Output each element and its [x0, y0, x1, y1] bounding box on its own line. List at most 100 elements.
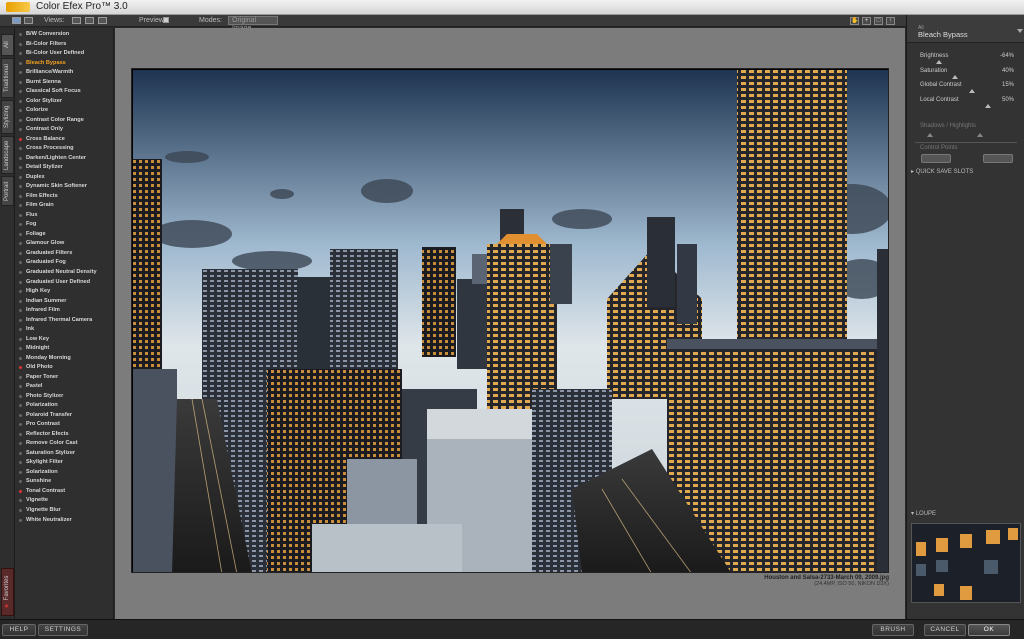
- filter-list-item[interactable]: Bleach Bypass: [15, 59, 114, 68]
- bullet-icon[interactable]: [19, 280, 22, 284]
- bullet-icon[interactable]: [19, 232, 22, 236]
- filter-list-item[interactable]: Film Effects: [15, 192, 114, 201]
- bullet-icon[interactable]: [19, 423, 22, 427]
- bullet-icon[interactable]: [19, 166, 22, 170]
- filter-list-item[interactable]: Film Grain: [15, 201, 114, 210]
- bullet-icon[interactable]: [19, 271, 22, 274]
- highlights-thumb[interactable]: [977, 133, 983, 137]
- hand-tool-icon[interactable]: ✋: [850, 17, 859, 25]
- filter-list-item[interactable]: Skylight Filter: [15, 458, 114, 467]
- bullet-icon[interactable]: [19, 71, 22, 75]
- tab-traditional[interactable]: Traditional: [1, 58, 14, 98]
- cancel-button[interactable]: CANCEL: [924, 624, 966, 636]
- filter-list-item[interactable]: Contrast Color Range: [15, 116, 114, 125]
- bullet-icon[interactable]: [19, 290, 22, 294]
- filter-list-item[interactable]: Darken/Lighten Center: [15, 154, 114, 163]
- bullet-icon[interactable]: [19, 347, 22, 351]
- filter-list-item[interactable]: Contrast Only: [15, 125, 114, 134]
- slider-thumb[interactable]: [935, 60, 942, 64]
- quick-save-header[interactable]: ▸ QUICK SAVE SLOTS: [911, 168, 973, 175]
- filter-list-item[interactable]: Ink: [15, 325, 114, 334]
- bullet-icon[interactable]: [19, 33, 22, 36]
- filter-list-item[interactable]: Sunshine: [15, 477, 114, 486]
- tab-stylizing[interactable]: Stylizing: [1, 100, 14, 134]
- bullet-icon[interactable]: [19, 213, 22, 217]
- filter-list-item[interactable]: Paper Toner: [15, 373, 114, 382]
- filter-list-item[interactable]: Pastel: [15, 382, 114, 391]
- slider-value[interactable]: 15%: [1002, 82, 1014, 88]
- bullet-icon[interactable]: [19, 251, 22, 255]
- bullet-icon[interactable]: [19, 118, 22, 122]
- filter-list-item[interactable]: Brilliance/Warmth: [15, 68, 114, 77]
- modes-select[interactable]: Original Image: [228, 16, 278, 32]
- filter-list-item[interactable]: Graduated Fog: [15, 258, 114, 267]
- filter-list-item[interactable]: B/W Conversion: [15, 30, 114, 39]
- add-control-point-button[interactable]: [921, 154, 951, 163]
- bullet-icon[interactable]: [19, 518, 22, 522]
- filter-list-item[interactable]: Colorize: [15, 106, 114, 115]
- filter-list-item[interactable]: Bi-Color User Defined: [15, 49, 114, 58]
- bullet-icon[interactable]: [19, 99, 22, 103]
- filter-list-item[interactable]: Infrared Thermal Camera: [15, 316, 114, 325]
- filter-list-item[interactable]: Saturation Stylizer: [15, 449, 114, 458]
- bullet-icon[interactable]: [19, 309, 22, 313]
- filter-list-item[interactable]: Midnight: [15, 344, 114, 353]
- preview-checkbox[interactable]: [163, 17, 169, 23]
- filter-list-item[interactable]: Bi-Color Filters: [15, 40, 114, 49]
- filter-list-item[interactable]: Old Photo: [15, 363, 114, 372]
- bullet-icon[interactable]: [19, 356, 22, 360]
- tab-portrait[interactable]: Portrait: [1, 176, 14, 206]
- bullet-icon[interactable]: [19, 404, 22, 408]
- filter-list-item[interactable]: Flux: [15, 211, 114, 220]
- bullet-icon[interactable]: [19, 147, 22, 151]
- filter-list-item[interactable]: White Neutralizer: [15, 516, 114, 525]
- zoom-in-icon[interactable]: +: [862, 17, 871, 25]
- bullet-icon[interactable]: [19, 128, 22, 132]
- filter-list-item[interactable]: Duplex: [15, 173, 114, 182]
- bullet-icon[interactable]: [19, 194, 22, 198]
- shadows-thumb[interactable]: [927, 133, 933, 137]
- slider-value[interactable]: -64%: [1000, 53, 1014, 59]
- view-single-icon[interactable]: [12, 17, 21, 24]
- view-mode-1-icon[interactable]: [72, 17, 81, 24]
- bullet-icon[interactable]: [19, 52, 22, 56]
- bullet-icon[interactable]: [19, 328, 22, 332]
- filter-list-item[interactable]: Cross Balance: [15, 135, 114, 144]
- filter-list-item[interactable]: Classical Soft Focus: [15, 87, 114, 96]
- bullet-icon[interactable]: [19, 480, 22, 484]
- view-mode-2-icon[interactable]: [85, 17, 94, 24]
- tab-favorites[interactable]: ★ Favorites: [1, 568, 14, 616]
- slider-thumb[interactable]: [984, 103, 991, 108]
- filter-list-item[interactable]: Dynamic Skin Softener: [15, 182, 114, 191]
- favorite-star-icon[interactable]: [19, 137, 22, 141]
- filter-list-item[interactable]: Solarization: [15, 468, 114, 477]
- tab-all[interactable]: All: [1, 34, 14, 56]
- loupe-header[interactable]: ▾ LOUPE: [911, 510, 936, 517]
- bullet-icon[interactable]: [19, 461, 22, 465]
- bullet-icon[interactable]: [19, 499, 22, 503]
- bullet-icon[interactable]: [19, 204, 22, 208]
- help-button[interactable]: HELP: [2, 624, 36, 636]
- filter-list-item[interactable]: Polarization: [15, 401, 114, 410]
- tab-landscape[interactable]: Landscape: [1, 136, 14, 174]
- bullet-icon[interactable]: [19, 261, 22, 265]
- bullet-icon[interactable]: [19, 185, 22, 189]
- bullet-icon[interactable]: [19, 223, 22, 227]
- filter-list-item[interactable]: Detail Stylizer: [15, 163, 114, 172]
- pin-icon[interactable]: ↑: [886, 17, 895, 25]
- filter-list-item[interactable]: Vignette: [15, 496, 114, 505]
- bullet-icon[interactable]: [19, 109, 22, 113]
- slider-value[interactable]: 40%: [1002, 68, 1014, 74]
- bullet-icon[interactable]: [19, 299, 22, 303]
- bullet-icon[interactable]: [19, 394, 22, 398]
- slider-thumb[interactable]: [951, 74, 958, 79]
- filter-list-item[interactable]: Polaroid Transfer: [15, 411, 114, 420]
- filter-list-item[interactable]: Graduated User Defined: [15, 278, 114, 287]
- view-split-icon[interactable]: [24, 17, 33, 24]
- ok-button[interactable]: OK: [968, 624, 1010, 636]
- filter-list-item[interactable]: High Key: [15, 287, 114, 296]
- filter-selector[interactable]: All Bleach Bypass: [907, 15, 1024, 43]
- bullet-icon[interactable]: [19, 318, 22, 322]
- bullet-icon[interactable]: [19, 175, 22, 179]
- view-mode-3-icon[interactable]: [98, 17, 107, 24]
